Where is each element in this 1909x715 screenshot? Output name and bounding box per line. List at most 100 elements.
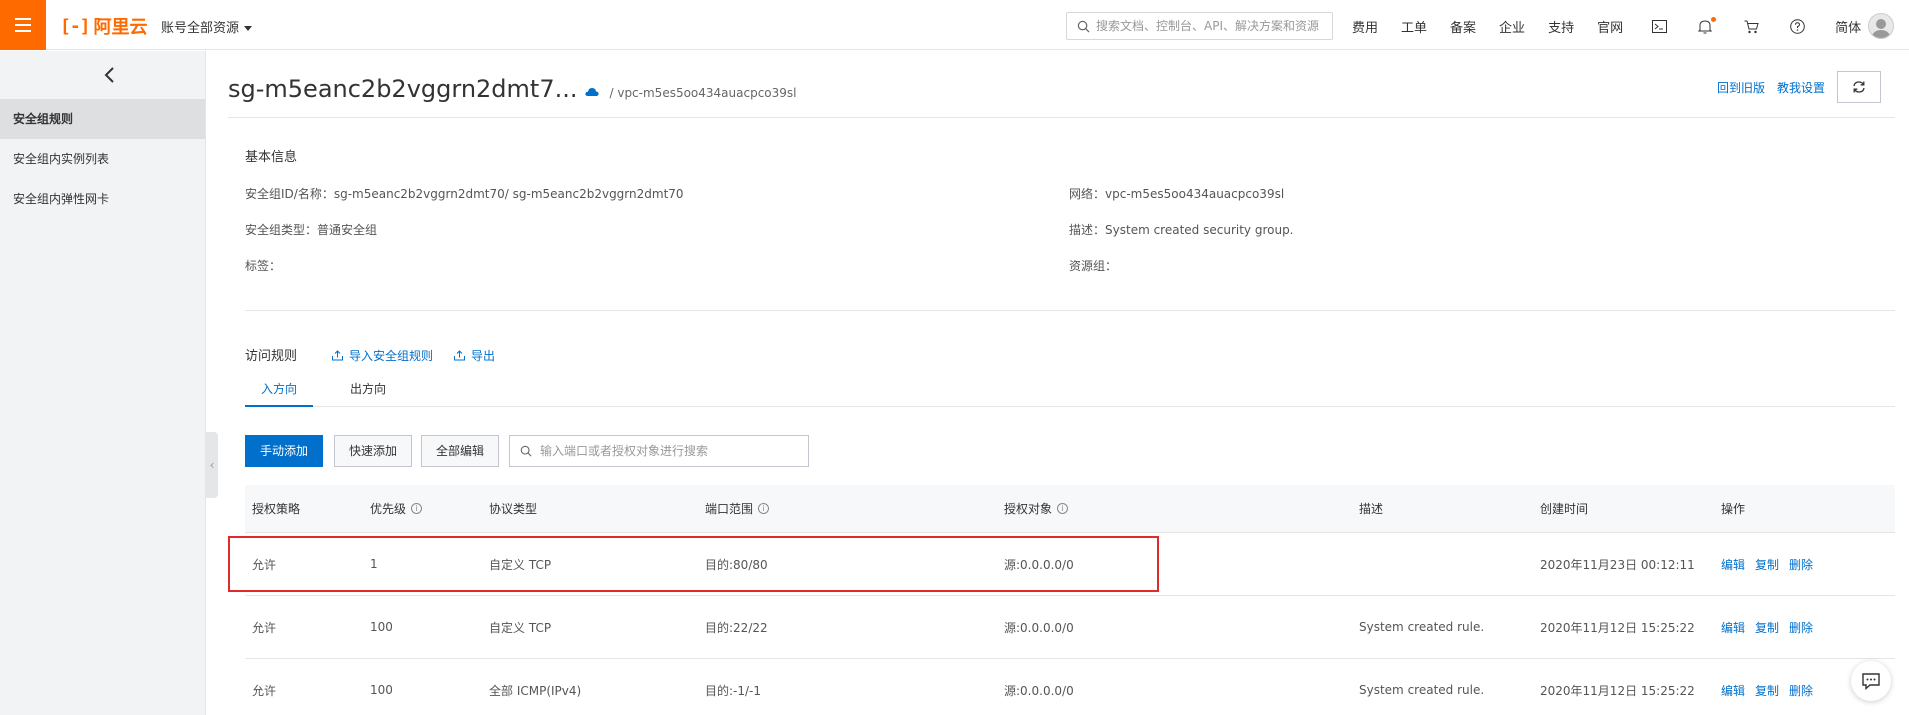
edit-all-button[interactable]: 全部编辑: [421, 435, 500, 467]
security-group-description: 描述：System created security group.: [1069, 223, 1294, 237]
terminal-icon[interactable]: [1651, 19, 1667, 35]
chat-button[interactable]: [1851, 661, 1891, 701]
cell-actions: 编辑 复制 删除: [1721, 596, 1823, 658]
col-created: 创建时间: [1540, 502, 1589, 516]
global-search[interactable]: [1066, 12, 1333, 40]
info-icon[interactable]: i: [1057, 503, 1069, 514]
cell-description: System created rule.: [1359, 683, 1485, 697]
help-icon[interactable]: [1789, 19, 1805, 35]
cell-policy: 允许: [252, 683, 277, 698]
top-nav: 费用 工单 备案 企业 支持 官网 简体: [1352, 16, 1884, 36]
cell-source: 源:0.0.0.0/0: [1004, 683, 1074, 698]
rule-search-input[interactable]: [540, 444, 800, 458]
edit-rule-link[interactable]: 编辑: [1721, 619, 1745, 636]
table-header: 授权策略 优先级 i 协议类型 端口范围 i 授权对象 i 描述 创建时间 操作: [245, 485, 1895, 533]
edit-rule-link[interactable]: 编辑: [1721, 682, 1745, 699]
delete-rule-link[interactable]: 删除: [1789, 619, 1813, 636]
nav-support[interactable]: 支持: [1548, 17, 1574, 36]
refresh-icon: [1853, 81, 1865, 93]
cell-protocol: 全部 ICMP(IPv4): [489, 683, 582, 698]
cell-priority: 100: [370, 683, 393, 697]
col-description: 描述: [1359, 502, 1384, 516]
cell-source: 源:0.0.0.0/0: [1004, 557, 1074, 572]
header-actions: 回到旧版 教我设置: [1717, 71, 1881, 103]
table-row: 允许 1 自定义 TCP 目的:80/80 源:0.0.0.0/0 2020年1…: [245, 533, 1895, 596]
cell-priority: 1: [370, 557, 378, 571]
chat-icon: [1862, 673, 1880, 690]
global-search-input[interactable]: [1096, 19, 1326, 33]
tab-inbound[interactable]: 入方向: [245, 371, 313, 407]
copy-rule-link[interactable]: 复制: [1755, 682, 1779, 699]
sidebar-item-security-rules[interactable]: 安全组规则: [0, 99, 205, 139]
security-group-tags: 标签：: [245, 259, 282, 273]
table-row: 允许 100 自定义 TCP 目的:22/22 源:0.0.0.0/0 Syst…: [245, 596, 1895, 659]
manual-add-button[interactable]: 手动添加: [245, 435, 324, 467]
vpc-breadcrumb[interactable]: / vpc-m5es5oo434auacpco39sl: [609, 86, 796, 100]
cell-actions: 编辑 复制 删除: [1721, 533, 1823, 595]
direction-tabs: 入方向 出方向: [245, 371, 1895, 407]
cell-priority: 100: [370, 620, 393, 634]
info-icon[interactable]: i: [758, 503, 770, 514]
aliyun-logo-icon: [-]: [60, 15, 90, 37]
sidebar-item-instance-list[interactable]: 安全组内实例列表: [0, 139, 205, 179]
logo-text: 阿里云: [93, 17, 148, 38]
nav-enterprise[interactable]: 企业: [1499, 17, 1525, 36]
import-icon: [332, 350, 343, 361]
cell-port-range: 目的:22/22: [705, 620, 768, 635]
info-icon[interactable]: i: [411, 503, 423, 514]
cell-source: 源:0.0.0.0/0: [1004, 620, 1074, 635]
search-icon: [1077, 20, 1090, 32]
cloud-icon: [585, 88, 600, 96]
edit-rule-link[interactable]: 编辑: [1721, 556, 1745, 573]
menu-button[interactable]: [0, 0, 46, 50]
back-chevron-icon[interactable]: [100, 65, 120, 85]
top-bar: [-] 阿里云 账号全部资源 费用 工单 备案 企业 支持 官网 简体: [0, 0, 1909, 50]
cell-actions: 编辑 复制 删除: [1721, 659, 1823, 715]
col-policy: 授权策略: [252, 502, 301, 516]
cell-port-range: 目的:-1/-1: [705, 683, 762, 698]
nav-official-site[interactable]: 官网: [1597, 17, 1623, 36]
caret-down-icon: [244, 26, 253, 31]
quick-add-button[interactable]: 快速添加: [334, 435, 413, 467]
header-divider: [228, 117, 1895, 118]
delete-rule-link[interactable]: 删除: [1789, 556, 1813, 573]
copy-rule-link[interactable]: 复制: [1755, 619, 1779, 636]
search-icon: [520, 445, 532, 457]
tab-outbound[interactable]: 出方向: [325, 371, 411, 407]
cell-protocol: 自定义 TCP: [489, 620, 552, 635]
export-icon: [454, 350, 465, 361]
nav-tickets[interactable]: 工单: [1401, 17, 1427, 36]
cart-icon[interactable]: [1743, 19, 1759, 35]
col-actions: 操作: [1721, 502, 1746, 516]
security-group-type: 安全组类型：普通安全组: [245, 223, 378, 237]
access-rules-title: 访问规则: [245, 349, 298, 364]
main-content: sg-m5eanc2b2vggrn2dmt7... / vpc-m5es5oo4…: [206, 51, 1909, 715]
cell-protocol: 自定义 TCP: [489, 557, 552, 572]
col-source: 授权对象 i: [1004, 485, 1069, 532]
nav-billing[interactable]: 费用: [1352, 17, 1378, 36]
logo[interactable]: [-] 阿里云: [60, 13, 148, 39]
cell-created: 2020年11月12日 15:25:22: [1540, 620, 1695, 635]
language-switch[interactable]: 简体: [1835, 17, 1861, 36]
rule-search[interactable]: [509, 435, 809, 467]
refresh-button[interactable]: [1837, 71, 1881, 103]
import-rules-link[interactable]: 导入安全组规则: [332, 347, 433, 364]
delete-rule-link[interactable]: 删除: [1789, 682, 1813, 699]
tutorial-link[interactable]: 教我设置: [1777, 79, 1825, 96]
cell-created: 2020年11月12日 15:25:22: [1540, 683, 1695, 698]
back-to-old-version-link[interactable]: 回到旧版: [1717, 79, 1765, 96]
cell-port-range: 目的:80/80: [705, 557, 768, 572]
copy-rule-link[interactable]: 复制: [1755, 556, 1779, 573]
security-group-network: 网络：vpc-m5es5oo434auacpco39sl: [1069, 187, 1285, 201]
sidebar: 安全组规则 安全组内实例列表 安全组内弹性网卡: [0, 51, 206, 715]
security-group-resource-group: 资源组：: [1069, 259, 1118, 273]
notification-dot: [1711, 16, 1717, 22]
avatar[interactable]: [1868, 13, 1894, 39]
nav-icp[interactable]: 备案: [1450, 17, 1476, 36]
account-scope-dropdown[interactable]: 账号全部资源: [161, 17, 253, 36]
export-link[interactable]: 导出: [454, 347, 495, 364]
col-priority: 优先级 i: [370, 485, 423, 532]
rules-table: 授权策略 优先级 i 协议类型 端口范围 i 授权对象 i 描述 创建时间 操作 允许…: [245, 485, 1895, 715]
sidebar-item-eni[interactable]: 安全组内弹性网卡: [0, 179, 205, 219]
bell-icon[interactable]: [1697, 16, 1717, 35]
